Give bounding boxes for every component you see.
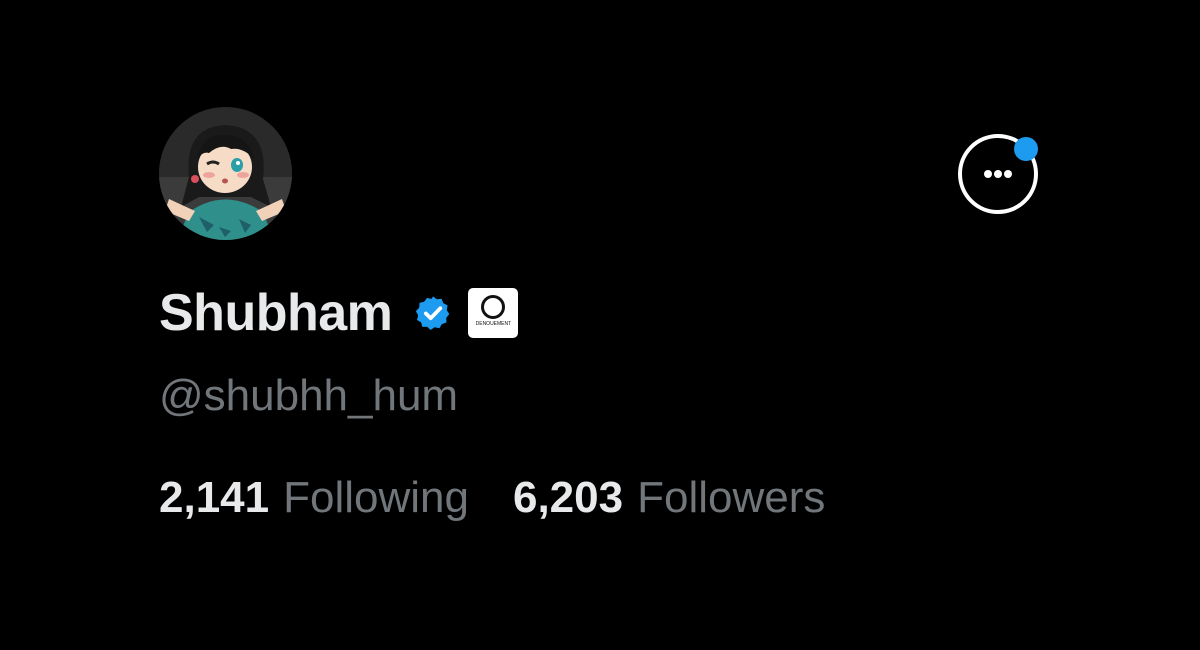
following-link[interactable]: 2,141 Following xyxy=(159,472,469,525)
following-label: Following xyxy=(283,473,469,522)
follow-stats: 2,141 Following 6,203 Followers xyxy=(159,472,825,525)
notification-dot xyxy=(1014,137,1038,161)
following-count: 2,141 xyxy=(159,473,270,522)
followers-count: 6,203 xyxy=(512,473,624,522)
user-handle: @shubhh_hum xyxy=(159,371,459,420)
affiliate-badge[interactable]: DENOUEMENT xyxy=(468,288,519,338)
name-row: Shubham DENOUEMENT xyxy=(159,280,519,346)
followers-label: Followers xyxy=(637,473,826,522)
avatar[interactable] xyxy=(159,107,292,240)
anime-avatar-icon xyxy=(159,107,292,240)
affiliate-badge-text: DENOUEMENT xyxy=(475,321,512,327)
followers-link[interactable]: 6,203 Followers xyxy=(513,472,825,525)
profile-header: Shubham DENOUEMENT @shubhh_hum 2,141 Fol… xyxy=(0,0,1200,650)
verified-badge-icon[interactable] xyxy=(414,294,452,332)
affiliate-logo-icon xyxy=(481,295,506,319)
display-name: Shubham xyxy=(159,284,393,342)
